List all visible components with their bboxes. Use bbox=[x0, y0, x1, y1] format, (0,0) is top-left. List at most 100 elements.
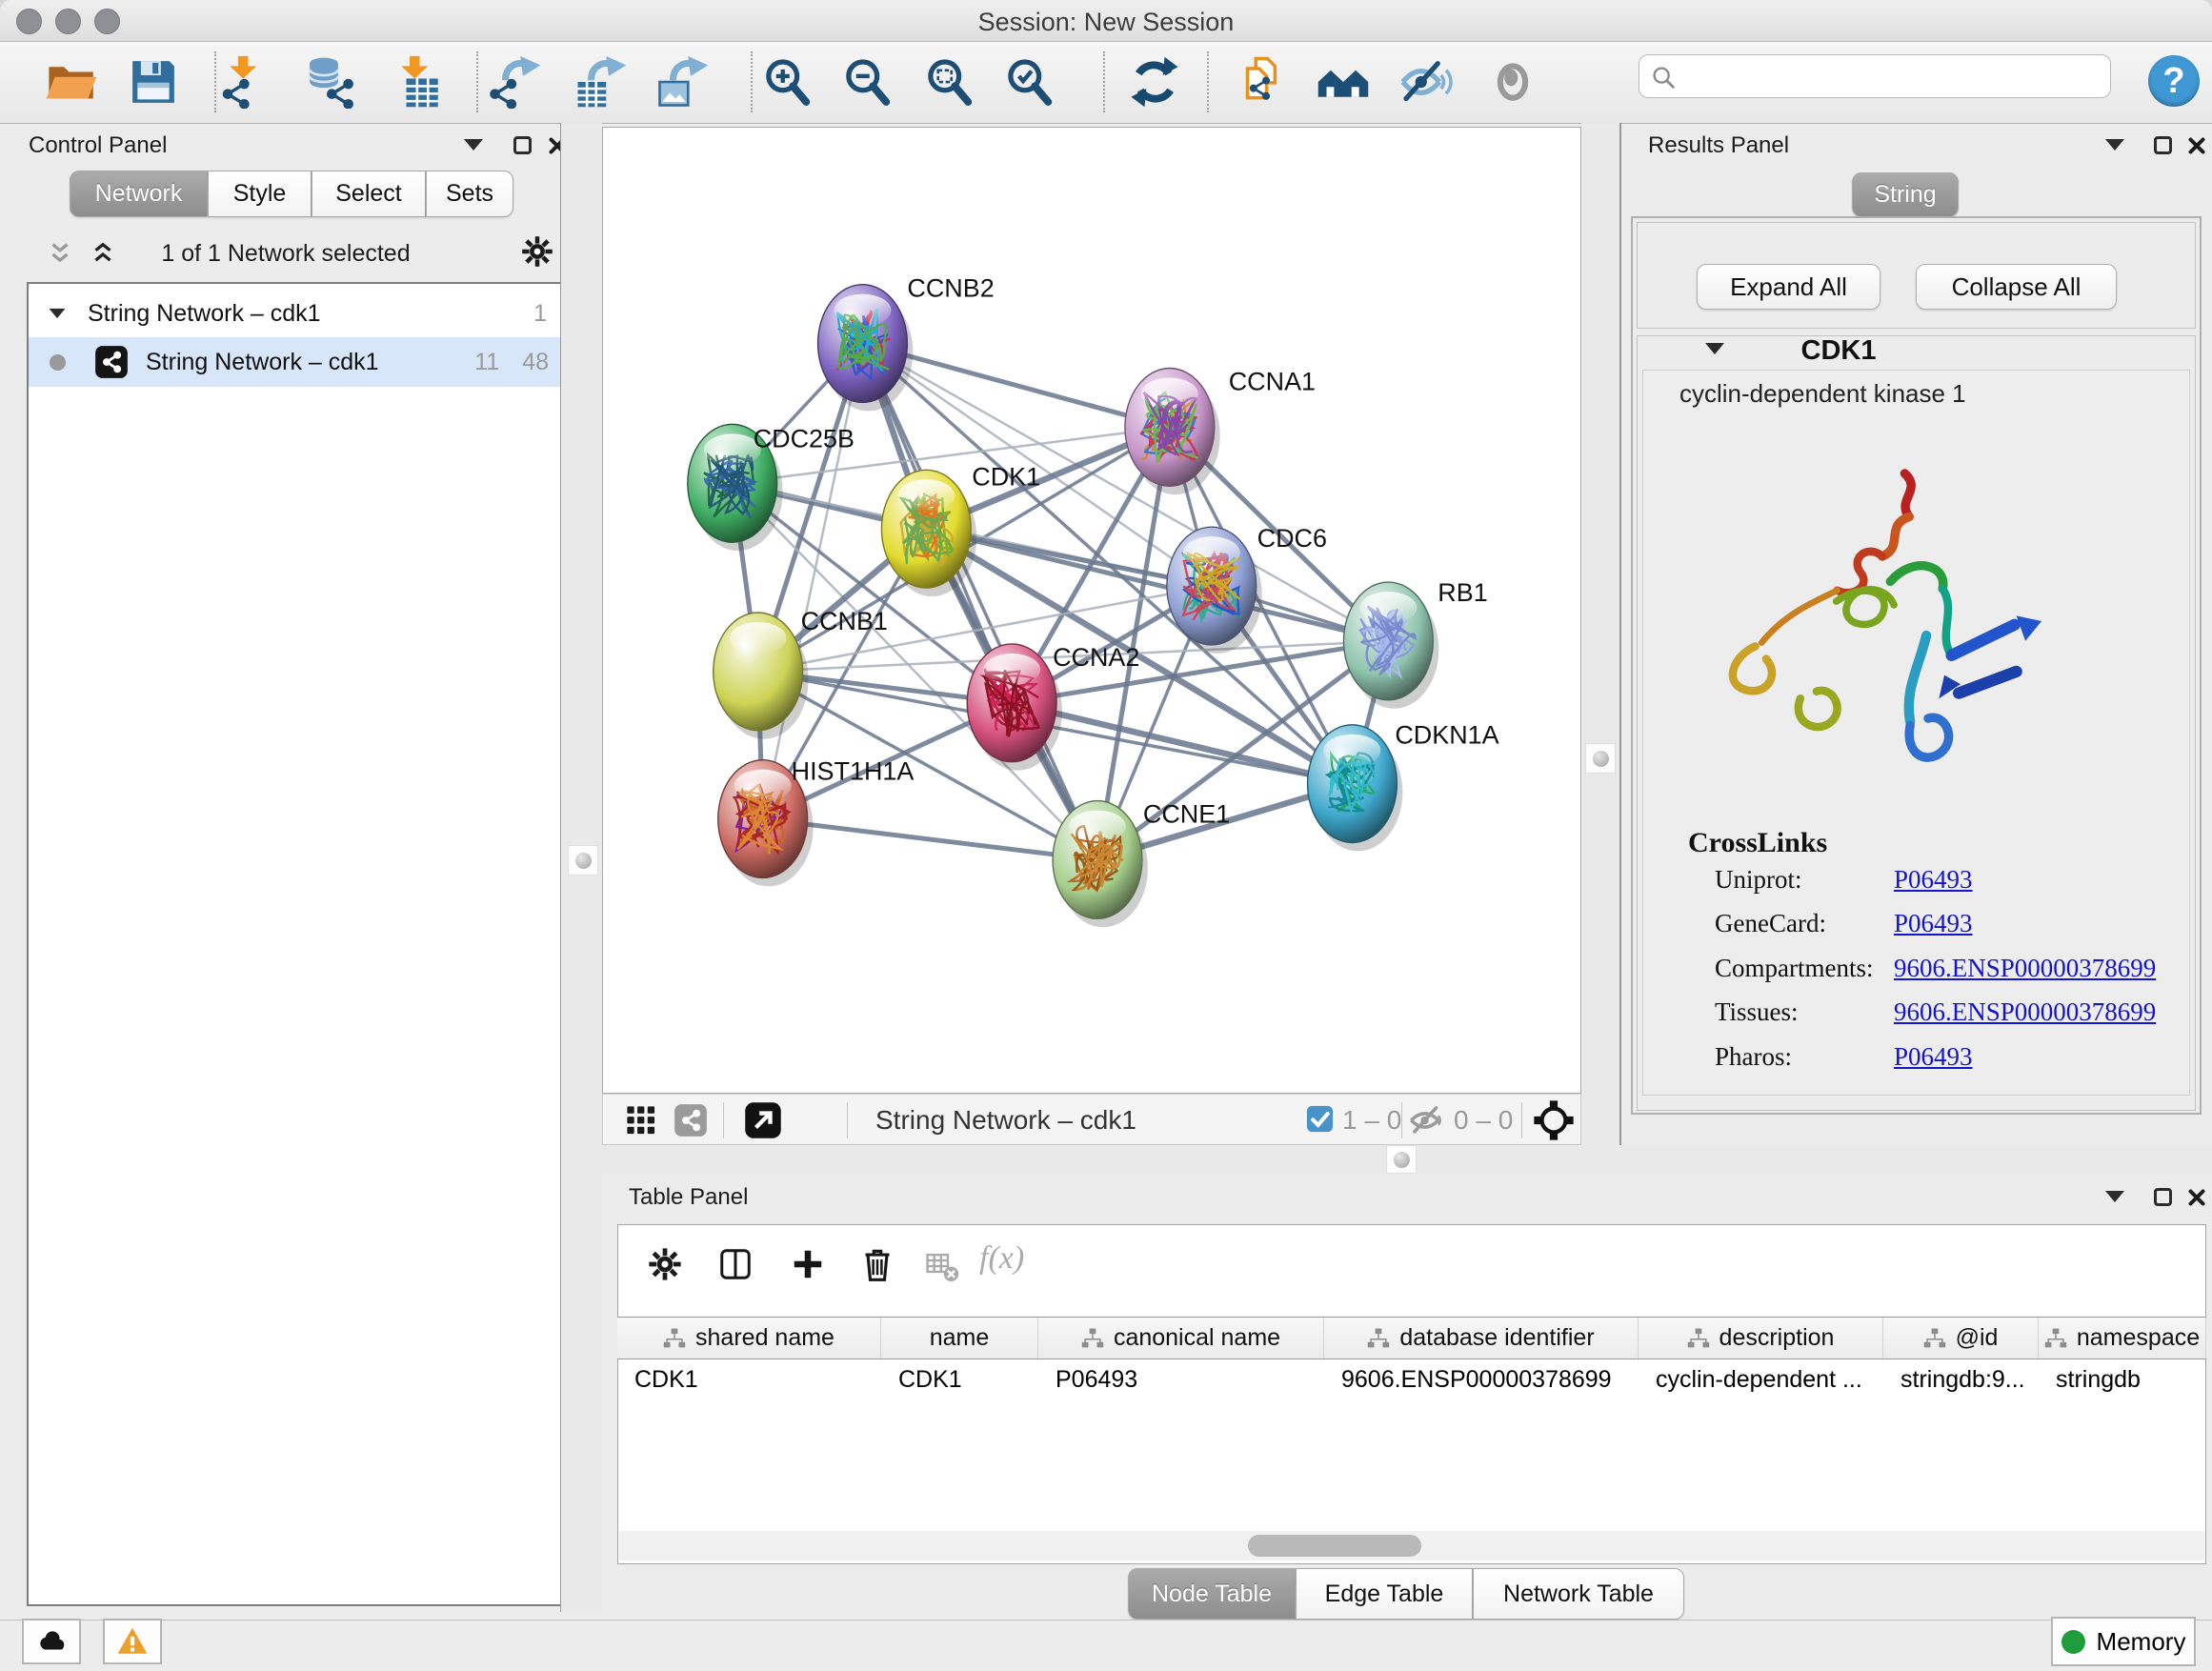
collapse-all-button[interactable]: Collapse All bbox=[1916, 264, 2117, 310]
cell-canonical-name[interactable]: P06493 bbox=[1038, 1359, 1324, 1399]
node-CCNA2[interactable] bbox=[967, 644, 1062, 771]
cell-database-identifier[interactable]: 9606.ENSP00000378699 bbox=[1324, 1359, 1639, 1399]
tab-node-table[interactable]: Node Table bbox=[1128, 1568, 1296, 1620]
left-splitter[interactable] bbox=[561, 123, 602, 1612]
tab-network[interactable]: Network bbox=[70, 171, 208, 217]
import-table-from-file-button[interactable] bbox=[390, 55, 443, 109]
tab-string[interactable]: String bbox=[1852, 172, 1959, 217]
right-splitter[interactable] bbox=[1581, 123, 1619, 1145]
hide-unhide-button[interactable] bbox=[1399, 55, 1453, 109]
cloud-icon bbox=[33, 1625, 70, 1658]
cell-description[interactable]: cyclin-dependent ... bbox=[1639, 1359, 1883, 1399]
cell-name[interactable]: CDK1 bbox=[881, 1359, 1038, 1399]
open-in-window-icon[interactable] bbox=[744, 1101, 782, 1139]
network-canvas[interactable]: CCNB2CCNA1CDC25BCDK1CDC6RB1CCNB1CCNA2CDK… bbox=[602, 127, 1581, 1094]
network-tree-row-selected[interactable]: String Network – cdk1 11 48 bbox=[29, 337, 562, 387]
network-options-gear-icon[interactable] bbox=[520, 234, 554, 269]
cell-namespace[interactable]: stringdb bbox=[2039, 1359, 2206, 1399]
help-button[interactable]: ? bbox=[2148, 55, 2200, 107]
column-type-icon bbox=[2044, 1327, 2067, 1350]
show-column-panel-icon[interactable] bbox=[717, 1246, 754, 1282]
column-header-canonical-name[interactable]: canonical name bbox=[1038, 1318, 1324, 1359]
add-column-icon[interactable] bbox=[790, 1246, 826, 1282]
zoom-in-button[interactable] bbox=[761, 55, 814, 109]
table-options-gear-icon[interactable] bbox=[647, 1246, 683, 1282]
gene-section-collapse-icon[interactable] bbox=[1705, 343, 1724, 354]
expand-all-networks-icon[interactable] bbox=[89, 240, 117, 269]
table-panel-close-icon[interactable] bbox=[2184, 1185, 2209, 1210]
node-CCNB2[interactable] bbox=[818, 285, 914, 412]
tab-sets[interactable]: Sets bbox=[426, 171, 513, 217]
warnings-button[interactable] bbox=[103, 1619, 162, 1664]
column-header-description[interactable]: description bbox=[1639, 1318, 1883, 1359]
bottom-splitter-handle[interactable] bbox=[1386, 1145, 1417, 1174]
delete-column-icon[interactable] bbox=[858, 1244, 896, 1284]
string-network-icon bbox=[94, 345, 129, 379]
table-row[interactable]: CDK1CDK1P064939606.ENSP00000378699cyclin… bbox=[617, 1359, 2206, 1399]
refresh-button[interactable] bbox=[1128, 55, 1181, 109]
search-input[interactable] bbox=[1685, 59, 2099, 93]
zoom-fit-button[interactable] bbox=[923, 55, 976, 109]
hidden-eye-icon[interactable] bbox=[1409, 1102, 1445, 1138]
cloud-button[interactable] bbox=[22, 1619, 81, 1664]
gene-description: cyclin-dependent kinase 1 bbox=[1679, 379, 1966, 409]
collapse-all-networks-icon[interactable] bbox=[46, 240, 74, 269]
tab-network-table[interactable]: Network Table bbox=[1473, 1568, 1684, 1620]
export-network-button[interactable] bbox=[489, 55, 542, 109]
cell-shared-name[interactable]: CDK1 bbox=[617, 1359, 881, 1399]
column-header-shared-name[interactable]: shared name bbox=[617, 1318, 881, 1359]
title-bar: Session: New Session bbox=[0, 0, 2212, 42]
table-horizontal-scrollbar[interactable] bbox=[619, 1531, 2204, 1560]
scrollbar-thumb[interactable] bbox=[1248, 1535, 1421, 1557]
zoom-out-button[interactable] bbox=[841, 55, 895, 109]
tab-style[interactable]: Style bbox=[208, 171, 312, 217]
crosslink-link-tissues[interactable]: 9606.ENSP00000378699 bbox=[1894, 997, 2156, 1027]
save-session-button[interactable] bbox=[127, 55, 180, 109]
left-splitter-handle[interactable] bbox=[568, 845, 598, 876]
crosslink-link-compartments[interactable]: 9606.ENSP00000378699 bbox=[1894, 954, 2156, 983]
node-CDC6[interactable] bbox=[1167, 527, 1262, 654]
tab-select[interactable]: Select bbox=[312, 171, 426, 217]
import-network-from-file-button[interactable] bbox=[218, 55, 271, 109]
network-tree-group-row[interactable]: String Network – cdk1 1 bbox=[29, 292, 562, 335]
control-panel-float-button[interactable] bbox=[513, 136, 532, 154]
tree-collapse-icon[interactable] bbox=[50, 309, 66, 318]
home-networks-button[interactable] bbox=[1317, 55, 1370, 109]
cell-id[interactable]: stringdb:9... bbox=[1883, 1359, 2039, 1399]
results-panel-menu-button[interactable] bbox=[2105, 139, 2124, 151]
crosslink-link-uniprot[interactable]: P06493 bbox=[1894, 865, 1973, 895]
crosslink-link-genecard[interactable]: P06493 bbox=[1894, 909, 1973, 938]
control-panel-menu-button[interactable] bbox=[464, 139, 483, 151]
edge-CCNB2-HIST1H1A[interactable] bbox=[763, 344, 863, 819]
node-CCNB1[interactable] bbox=[714, 613, 809, 739]
column-header-namespace[interactable]: namespace bbox=[2039, 1318, 2206, 1359]
table-panel-float-button[interactable] bbox=[2154, 1188, 2172, 1206]
column-header-id[interactable]: @id bbox=[1883, 1318, 2039, 1359]
crosslink-link-pharos[interactable]: P06493 bbox=[1894, 1042, 1973, 1072]
grid-view-icon[interactable] bbox=[624, 1103, 658, 1137]
birdseye-navigator-icon[interactable] bbox=[1533, 1099, 1575, 1141]
search-box[interactable] bbox=[1639, 54, 2111, 98]
column-header-name[interactable]: name bbox=[881, 1318, 1038, 1359]
open-session-button[interactable] bbox=[45, 55, 98, 109]
import-network-from-database-button[interactable] bbox=[304, 55, 357, 109]
expand-all-button[interactable]: Expand All bbox=[1697, 264, 1880, 310]
results-panel-float-button[interactable] bbox=[2154, 136, 2172, 154]
column-header-database-identifier[interactable]: database identifier bbox=[1324, 1318, 1639, 1359]
string-import-button[interactable] bbox=[1237, 55, 1291, 109]
tab-edge-table[interactable]: Edge Table bbox=[1296, 1568, 1473, 1620]
export-table-button[interactable] bbox=[574, 55, 628, 109]
bottom-splitter[interactable] bbox=[602, 1145, 2212, 1174]
memory-button[interactable]: Memory bbox=[2051, 1617, 2196, 1666]
export-image-button[interactable] bbox=[656, 55, 710, 109]
selected-checkbox-icon[interactable] bbox=[1306, 1105, 1334, 1133]
node-CCNE1[interactable] bbox=[1053, 801, 1148, 928]
node-RB1[interactable] bbox=[1343, 582, 1438, 709]
right-splitter-handle[interactable] bbox=[1585, 743, 1616, 774]
show-graphics-button[interactable] bbox=[1486, 55, 1539, 109]
zoom-selected-button[interactable] bbox=[1003, 55, 1056, 109]
table-panel-menu-button[interactable] bbox=[2105, 1191, 2124, 1202]
node-CDKN1A[interactable] bbox=[1308, 725, 1403, 852]
node-CDK1[interactable] bbox=[881, 470, 976, 596]
results-panel-close-icon[interactable] bbox=[2184, 133, 2209, 158]
